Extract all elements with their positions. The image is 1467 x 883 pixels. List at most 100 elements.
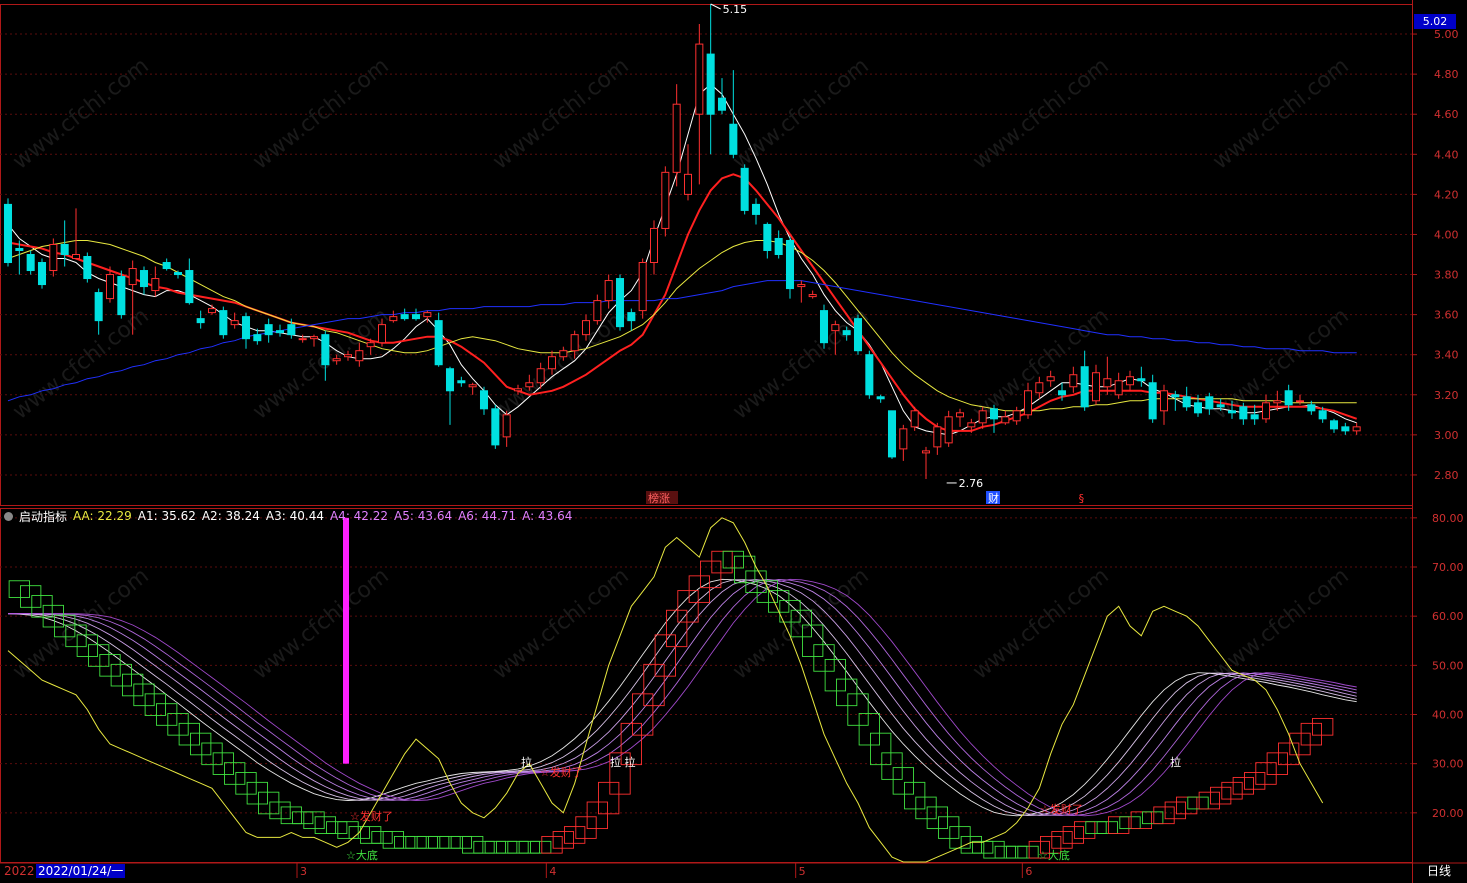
candle-up — [151, 278, 160, 292]
month-label: 3 — [300, 865, 307, 878]
candle-up — [423, 312, 432, 318]
candle-up — [978, 410, 987, 424]
ladder-box — [1006, 845, 1028, 859]
indicator-fan-line — [8, 579, 1357, 816]
candle-down — [1193, 402, 1203, 414]
candle-up — [581, 320, 591, 336]
indicator-tick-label: 80.00 — [1432, 512, 1464, 525]
candle-down — [751, 203, 761, 215]
ladder-box — [473, 840, 495, 854]
indicator-fan-line — [8, 578, 1357, 817]
last-price-label: 5.02 — [1414, 14, 1456, 29]
ladder-box — [450, 835, 472, 849]
candle-down — [1171, 394, 1180, 398]
period-label[interactable]: 日线 — [1427, 864, 1451, 878]
ladder-box — [677, 590, 699, 623]
ladder-box — [496, 840, 518, 854]
candle-up — [1261, 402, 1271, 420]
indicator-toggle-icon[interactable] — [4, 511, 13, 521]
stock-chart[interactable]: 5.00 4.80 4.60 4.40 4.20 4.00 3.80 3.60 3.40 3.20… — [0, 0, 1467, 883]
price-panel-frame — [0, 4, 1413, 506]
candle-down — [1216, 404, 1225, 408]
ladder-box — [178, 722, 200, 746]
candle-up — [921, 450, 931, 454]
year-prefix: 2022 — [4, 864, 35, 878]
ladder-box — [1017, 845, 1039, 859]
candle-up — [468, 384, 477, 388]
ladder-box — [586, 801, 608, 830]
ladder-box — [915, 796, 937, 820]
ladder-box — [88, 644, 110, 667]
max-price-label: 5.15 — [723, 3, 748, 16]
ladder-box — [382, 831, 404, 849]
candle-down — [740, 167, 749, 211]
candle-up — [207, 308, 217, 314]
ladder-box — [960, 835, 982, 854]
watermark: www.cfchi.com — [728, 563, 873, 684]
indicator-fan-line — [8, 579, 1357, 816]
candle-down — [491, 408, 500, 446]
signal-label: ☆大底 — [346, 848, 378, 862]
candle-down — [457, 380, 466, 384]
candle-down — [162, 262, 171, 270]
ladder-box — [428, 835, 450, 849]
candle-down — [1318, 410, 1327, 420]
candle-down — [1205, 396, 1214, 410]
candle-up — [638, 262, 647, 312]
candle-down — [1341, 426, 1350, 432]
candle-up — [808, 294, 817, 298]
candle-down — [196, 318, 205, 324]
candle-down — [729, 123, 738, 155]
candle-down — [989, 408, 999, 420]
ladder-box — [303, 811, 325, 830]
candle-up — [1125, 376, 1135, 386]
indicator-tick-label: 20.00 — [1432, 807, 1464, 820]
ladder-box — [190, 732, 212, 756]
candle-down — [139, 270, 149, 288]
ladder-box — [122, 673, 144, 697]
ladder-box — [405, 835, 427, 849]
event-label: 财 — [988, 491, 999, 505]
ladder-box — [292, 811, 314, 825]
signal-label: 拉 — [1170, 755, 1181, 769]
price-tick-label: 5.00 — [1434, 28, 1459, 41]
candle-down — [411, 314, 421, 320]
ladder-box — [1164, 801, 1186, 820]
ladder-box — [484, 840, 506, 854]
ladder-box — [688, 575, 710, 603]
ladder-box — [598, 781, 620, 815]
candle-down — [26, 254, 35, 272]
candle-down — [1182, 396, 1191, 408]
candle-down — [185, 270, 194, 304]
candle-down — [434, 320, 443, 366]
candle-down — [321, 334, 330, 366]
candle-up — [71, 254, 81, 260]
ladder-box — [258, 791, 280, 815]
candle-up — [1023, 390, 1033, 416]
ladder-box — [20, 585, 42, 608]
candle-up — [683, 173, 693, 195]
candle-down — [1239, 406, 1248, 420]
candle-up — [661, 171, 670, 229]
candle-down — [1329, 420, 1339, 430]
candle-up — [1091, 372, 1101, 402]
price-tick-label: 3.20 — [1434, 389, 1459, 402]
ladder-box — [110, 663, 132, 687]
ladder-box — [575, 816, 597, 839]
ladder-box — [201, 742, 223, 766]
ladder-box — [269, 801, 291, 820]
ladder-box — [892, 767, 914, 795]
candle-down — [1148, 382, 1157, 420]
candle-down — [1284, 390, 1293, 406]
ladder-box — [439, 835, 461, 849]
candle-down — [37, 262, 47, 286]
indicator-tick-label: 70.00 — [1432, 561, 1464, 574]
candle-up — [797, 284, 806, 288]
candle-up — [525, 382, 534, 388]
ladder-box — [416, 835, 438, 849]
candle-down — [94, 292, 103, 322]
ladder-box — [994, 845, 1016, 859]
aa-line — [7, 517, 1324, 863]
candle-up — [1035, 382, 1044, 394]
ladder-box — [858, 713, 880, 746]
